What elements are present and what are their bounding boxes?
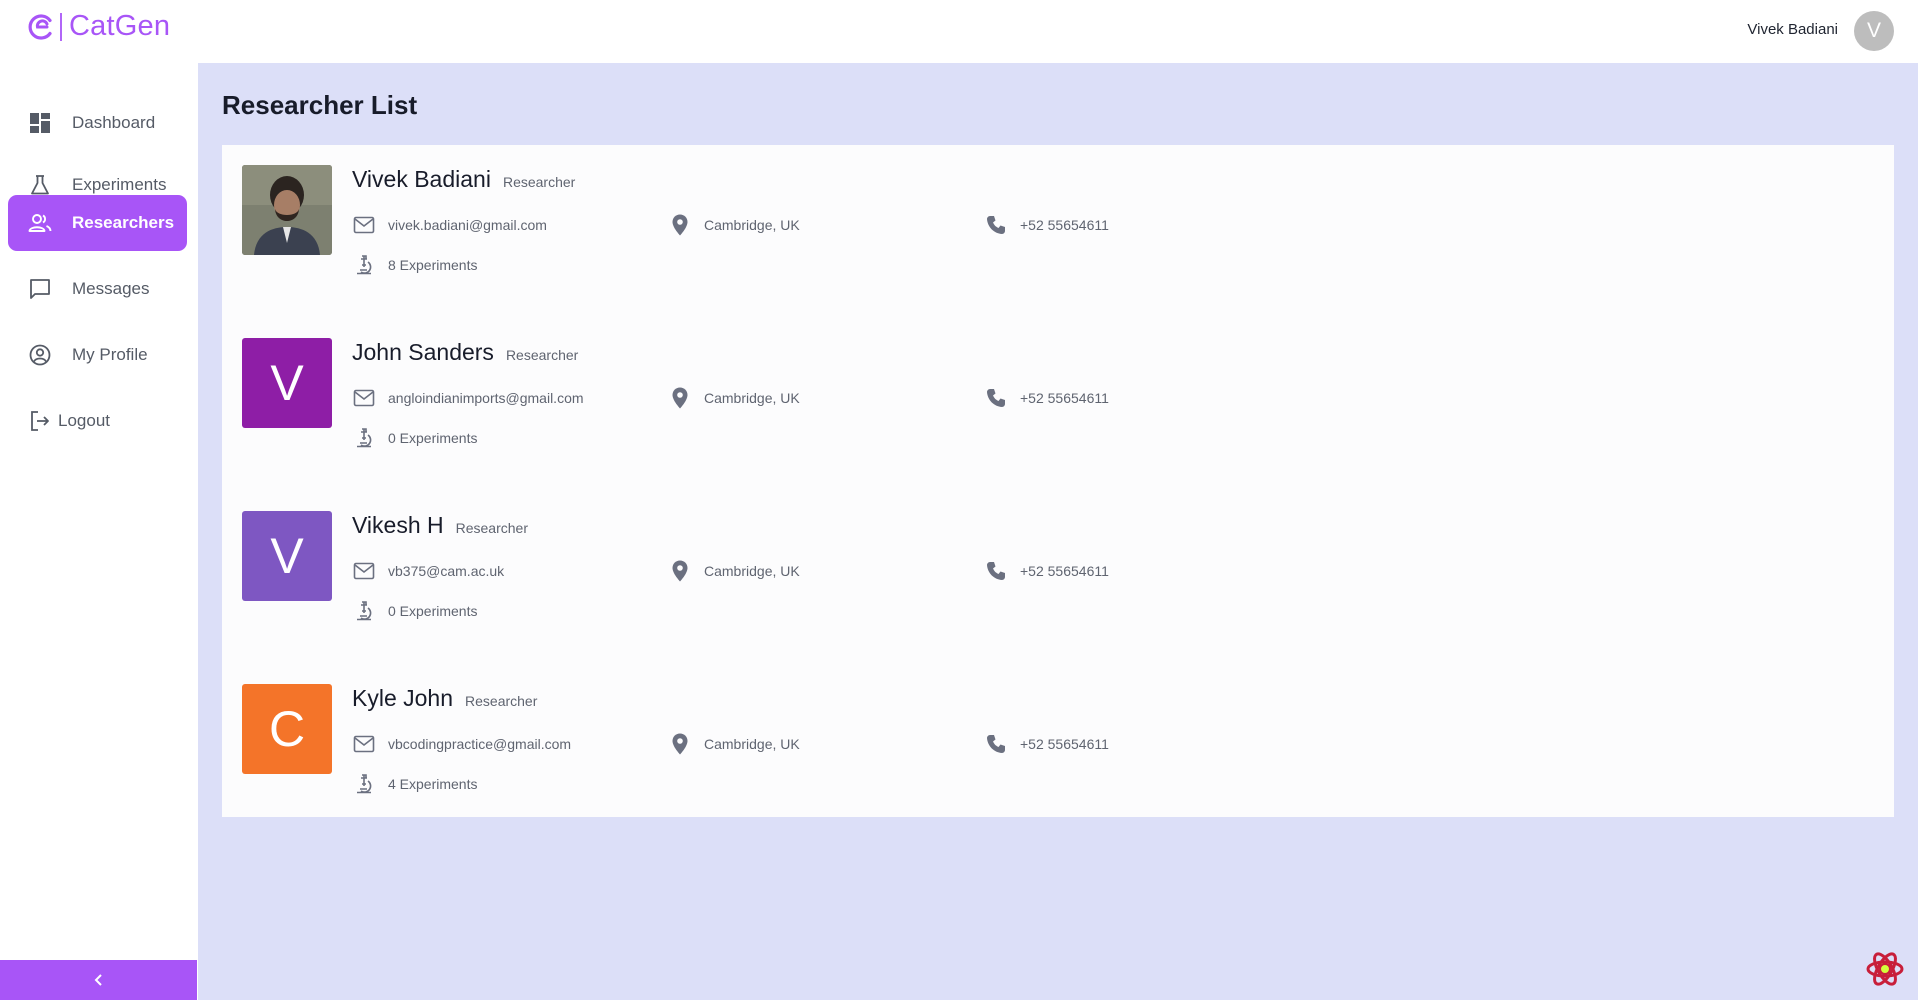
researcher-email[interactable]: vivek.badiani@gmail.com: [352, 213, 547, 237]
researcher-location: Cambridge, UK: [668, 213, 800, 237]
header-user-name[interactable]: Vivek Badiani: [1747, 21, 1838, 38]
location-pin-icon: [668, 386, 692, 410]
researcher-experiments-text: 4 Experiments: [388, 776, 478, 792]
people-icon: [28, 211, 52, 235]
researcher-email-text: vb375@cam.ac.uk: [388, 563, 505, 579]
sidebar-item-dashboard[interactable]: Dashboard: [8, 95, 187, 151]
sidebar-collapse-button[interactable]: [0, 960, 197, 1000]
microscope-icon: [352, 426, 376, 450]
researcher-name[interactable]: Vivek Badiani Researcher: [352, 166, 575, 193]
microscope-icon: [352, 599, 376, 623]
header-user-avatar[interactable]: V: [1854, 11, 1894, 51]
chevron-left-icon: [94, 974, 102, 986]
researcher-row[interactable]: C Kyle John Researcher vbcodingpractice@g…: [242, 684, 1842, 824]
mail-icon: [352, 386, 376, 410]
app-logo[interactable]: CatGen: [26, 10, 170, 43]
logo-divider: [60, 12, 62, 41]
avatar-initial: C: [268, 701, 306, 757]
researcher-email[interactable]: angloindianimports@gmail.com: [352, 386, 584, 410]
mail-icon: [352, 213, 376, 237]
researcher-location: Cambridge, UK: [668, 386, 800, 410]
logout-icon: [28, 409, 52, 433]
researcher-phone-text: +52 55654611: [1020, 217, 1109, 233]
researcher-row[interactable]: V Vikesh H Researcher vb375@cam.ac.uk Cam…: [242, 511, 1842, 651]
researcher-experiments-text: 0 Experiments: [388, 430, 478, 446]
researcher-avatar[interactable]: V: [242, 511, 332, 601]
researcher-email-text: angloindianimports@gmail.com: [388, 390, 584, 406]
app-name: CatGen: [69, 10, 171, 42]
sidebar-item-label: Experiments: [72, 175, 167, 194]
researcher-location-text: Cambridge, UK: [704, 736, 800, 752]
researcher-phone[interactable]: +52 55654611: [984, 213, 1109, 237]
researcher-email-text: vbcodingpractice@gmail.com: [388, 736, 572, 752]
flask-icon: [28, 173, 52, 197]
researcher-avatar[interactable]: V: [242, 338, 332, 428]
researcher-name[interactable]: John Sanders Researcher: [352, 339, 578, 366]
sidebar-item-label: Messages: [72, 279, 150, 298]
location-pin-icon: [668, 732, 692, 756]
researcher-row[interactable]: Vivek Badiani Researcher vivek.badiani@gm…: [242, 165, 1842, 305]
avatar-initial: V: [270, 528, 304, 584]
sidebar-item-messages[interactable]: Messages: [8, 261, 187, 317]
sidebar-item-logout[interactable]: Logout: [8, 393, 187, 449]
microscope-icon: [352, 772, 376, 796]
researcher-location-text: Cambridge, UK: [704, 217, 800, 233]
researcher-photo-icon: [242, 165, 332, 255]
researcher-location: Cambridge, UK: [668, 732, 800, 756]
researcher-phone-text: +52 55654611: [1020, 736, 1109, 752]
researcher-experiments-text: 0 Experiments: [388, 603, 478, 619]
researcher-phone[interactable]: +52 55654611: [984, 732, 1109, 756]
phone-icon: [984, 213, 1008, 237]
researcher-phone[interactable]: +52 55654611: [984, 386, 1109, 410]
main-content: Researcher List Vivek Badiani Researcher …: [198, 63, 1918, 1000]
researcher-experiments-text: 8 Experiments: [388, 257, 478, 273]
phone-icon: [984, 732, 1008, 756]
sidebar-item-label: Logout: [58, 411, 110, 430]
location-pin-icon: [668, 559, 692, 583]
top-bar: CatGen Vivek Badiani V: [0, 0, 1918, 63]
phone-icon: [984, 386, 1008, 410]
page-title: Researcher List: [222, 90, 418, 120]
researcher-email-text: vivek.badiani@gmail.com: [388, 217, 547, 233]
researcher-role: Researcher: [455, 520, 528, 536]
researcher-phone-text: +52 55654611: [1020, 563, 1109, 579]
researcher-avatar[interactable]: [242, 165, 332, 255]
chat-icon: [28, 277, 52, 301]
researcher-location-text: Cambridge, UK: [704, 390, 800, 406]
sidebar-item-researchers[interactable]: Researchers: [8, 195, 187, 251]
microscope-icon: [352, 253, 376, 277]
researcher-location: Cambridge, UK: [668, 559, 800, 583]
researcher-phone[interactable]: +52 55654611: [984, 559, 1109, 583]
researcher-role: Researcher: [502, 174, 576, 190]
researcher-experiments[interactable]: 0 Experiments: [352, 426, 477, 450]
phone-icon: [984, 559, 1008, 583]
mail-icon: [352, 559, 376, 583]
researcher-location-text: Cambridge, UK: [704, 563, 800, 579]
researcher-avatar[interactable]: C: [242, 684, 332, 774]
researcher-role: Researcher: [465, 693, 538, 709]
mail-icon: [352, 732, 376, 756]
sidebar-item-my-profile[interactable]: My Profile: [8, 327, 187, 383]
researcher-experiments[interactable]: 4 Experiments: [352, 772, 477, 796]
sidebar: Dashboard Experiments Researchers Messag…: [0, 63, 197, 1000]
dashboard-icon: [28, 111, 52, 135]
catgen-logo-icon: [28, 13, 52, 40]
researcher-email[interactable]: vb375@cam.ac.uk: [352, 559, 504, 583]
react-devtools-icon[interactable]: [1864, 948, 1906, 990]
researcher-name[interactable]: Kyle John Researcher: [352, 685, 537, 712]
profile-icon: [28, 343, 52, 367]
researcher-role: Researcher: [505, 347, 579, 363]
researcher-list: Vivek Badiani Researcher vivek.badiani@gm…: [222, 145, 1894, 817]
sidebar-item-label: Dashboard: [72, 113, 156, 132]
sidebar-item-label: Researchers: [72, 213, 175, 232]
researcher-experiments[interactable]: 0 Experiments: [352, 599, 477, 623]
sidebar-item-label: My Profile: [72, 345, 148, 364]
researcher-phone-text: +52 55654611: [1020, 390, 1109, 406]
researcher-email[interactable]: vbcodingpractice@gmail.com: [352, 732, 571, 756]
researcher-experiments[interactable]: 8 Experiments: [352, 253, 477, 277]
researcher-name[interactable]: Vikesh H Researcher: [352, 512, 528, 539]
researcher-row[interactable]: V John Sanders Researcher angloindianimpo…: [242, 338, 1842, 478]
location-pin-icon: [668, 213, 692, 237]
avatar-initial: V: [270, 355, 304, 411]
